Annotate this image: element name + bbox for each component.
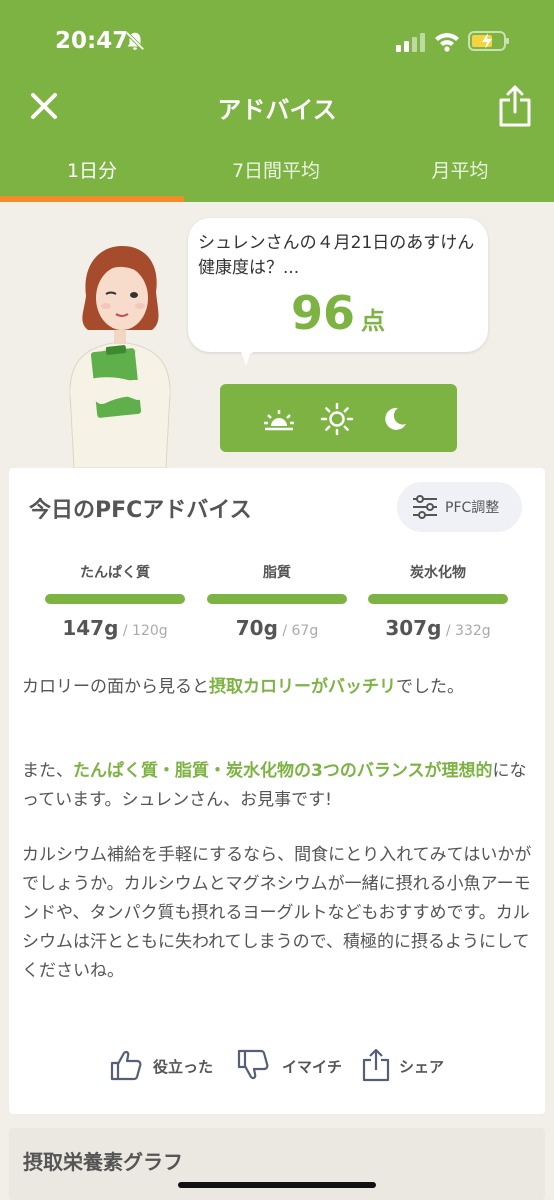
advisor-avatar <box>69 246 171 468</box>
pfc-advice-card: 今日のPFCアドバイス PFC調整 たんぱく質 147g / 120g 脂質 7… <box>9 468 545 1114</box>
period-tabs: 1日分 7日間平均 月平均 <box>0 148 554 202</box>
bell-muted-icon <box>125 31 145 51</box>
health-score-value: 96 <box>290 286 355 340</box>
wifi-icon <box>435 33 459 52</box>
nutrient-label: 脂質 <box>263 565 291 581</box>
health-score-bubble: シュレンさんの４月21日のあすけん健康度は？... 96 点 <box>188 218 488 352</box>
share-advice-label: シェア <box>399 1058 445 1076</box>
not-helpful-label: イマイチ <box>282 1058 343 1076</box>
pfc-adjust-button[interactable]: PFC調整 <box>397 482 522 532</box>
home-indicator[interactable] <box>178 1182 376 1188</box>
pfc-adjust-label: PFC調整 <box>445 500 500 516</box>
advice-paragraph-calcium: カルシウム補給を手軽にするなら、間食にとり入れてみてはいかがでしょうか。カルシウ… <box>22 845 532 981</box>
signal-icon <box>396 33 425 52</box>
tab-active-indicator <box>0 196 184 202</box>
nutrient-target: / 67g <box>277 623 319 639</box>
nutrient-graph-section[interactable]: 摂取栄養素グラフ <box>9 1128 545 1200</box>
advice-text: でした。 <box>396 677 464 697</box>
section-title: 摂取栄養素グラフ <box>23 1150 183 1174</box>
tab-monthly-average[interactable]: 月平均 <box>368 148 552 202</box>
share-icon[interactable] <box>498 84 532 128</box>
sunrise-icon[interactable] <box>262 402 296 436</box>
helpful-button[interactable]: 役立った <box>109 1048 229 1084</box>
nutrient-bar <box>207 594 347 604</box>
nutrient-value: 307g <box>385 616 442 640</box>
sliders-icon <box>413 495 437 519</box>
thumbs-down-icon <box>237 1049 269 1080</box>
nutrient-bar <box>368 594 508 604</box>
advice-text: また、 <box>22 761 73 781</box>
helpful-label: 役立った <box>153 1058 214 1076</box>
nutrient-target: / 332g <box>441 623 491 639</box>
status-bar: 20:47 <box>0 0 554 84</box>
moon-icon[interactable] <box>378 402 412 436</box>
page-title: アドバイス <box>217 96 337 124</box>
nutrient-target: / 120g <box>118 623 168 639</box>
nutrient-label: 炭水化物 <box>410 565 466 581</box>
share-advice-button[interactable]: シェア <box>359 1048 459 1084</box>
advice-text: カロリーの面から見ると <box>22 677 209 697</box>
advice-highlight: たんぱく質・脂質・炭水化物の3つのバランスが理想的 <box>73 761 493 781</box>
nutrient-fat: 脂質 70g / 67g <box>207 562 347 640</box>
thumbs-up-icon <box>110 1050 142 1081</box>
advice-paragraph-balance: また、たんぱく質・脂質・炭水化物の3つのバランスが理想的になっています。シュレン… <box>22 757 532 815</box>
nutrient-protein: たんぱく質 147g / 120g <box>45 562 185 640</box>
advice-highlight: 摂取カロリーがバッチリ <box>209 677 396 697</box>
tab-daily[interactable]: 1日分 <box>0 148 184 202</box>
time-of-day-bar <box>220 384 457 452</box>
nutrient-label: たんぱく質 <box>80 565 150 581</box>
share-icon <box>362 1048 390 1082</box>
nutrient-value: 70g <box>235 616 278 640</box>
advice-title: 今日のPFCアドバイス <box>29 498 252 523</box>
advice-paragraph-calorie: カロリーの面から見ると摂取カロリーがバッチリでした。 <box>22 673 532 702</box>
nutrient-value: 147g <box>62 616 119 640</box>
bubble-tail <box>240 348 260 366</box>
health-score-unit: 点 <box>361 307 385 335</box>
health-score: 96 点 <box>188 286 488 340</box>
tab-7day-average[interactable]: 7日間平均 <box>184 148 368 202</box>
nutrient-bar <box>45 594 185 604</box>
not-helpful-button[interactable]: イマイチ <box>236 1048 356 1084</box>
battery-icon <box>468 31 509 51</box>
nutrient-carbs: 炭水化物 307g / 332g <box>368 562 508 640</box>
health-score-question: シュレンさんの４月21日のあすけん健康度は？... <box>198 233 475 278</box>
status-time: 20:47 <box>55 28 129 54</box>
sun-icon[interactable] <box>320 402 354 436</box>
